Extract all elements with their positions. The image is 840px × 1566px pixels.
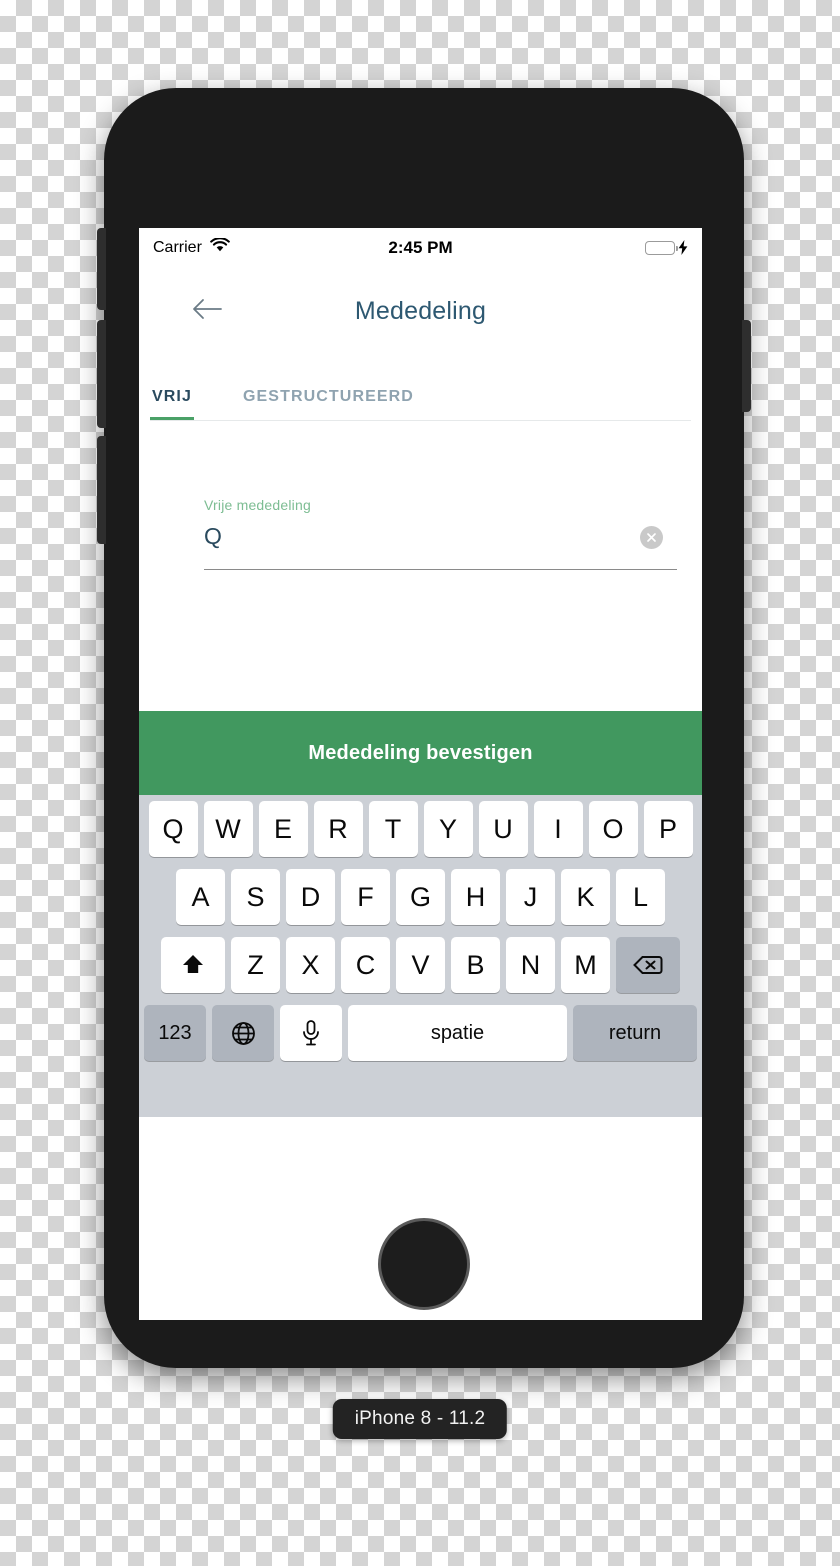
shift-icon bbox=[180, 952, 206, 978]
key-j[interactable]: J bbox=[506, 869, 555, 925]
volume-down-button[interactable] bbox=[97, 436, 106, 544]
key-k[interactable]: K bbox=[561, 869, 610, 925]
key-c[interactable]: C bbox=[341, 937, 390, 993]
key-b[interactable]: B bbox=[451, 937, 500, 993]
key-p[interactable]: P bbox=[643, 801, 693, 857]
wifi-icon bbox=[210, 237, 230, 258]
field-label: Vrije mededeling bbox=[204, 497, 311, 513]
device-badge: iPhone 8 - 11.2 bbox=[332, 1399, 508, 1439]
key-x[interactable]: X bbox=[286, 937, 335, 993]
microphone-icon bbox=[300, 1019, 322, 1047]
carrier-label: Carrier bbox=[153, 239, 202, 256]
battery-group bbox=[645, 239, 688, 257]
globe-key[interactable] bbox=[212, 1005, 274, 1061]
tab-gestructureerd[interactable]: GESTRUCTUREERD bbox=[241, 388, 416, 420]
back-button[interactable] bbox=[187, 291, 227, 331]
dictation-key[interactable] bbox=[280, 1005, 342, 1061]
silent-switch[interactable] bbox=[97, 228, 106, 310]
keyboard-row-2: A S D F G H J K L bbox=[142, 869, 699, 925]
key-i[interactable]: I bbox=[533, 801, 583, 857]
key-u[interactable]: U bbox=[478, 801, 528, 857]
key-n[interactable]: N bbox=[506, 937, 555, 993]
key-v[interactable]: V bbox=[396, 937, 445, 993]
key-l[interactable]: L bbox=[616, 869, 665, 925]
home-button[interactable] bbox=[378, 1218, 470, 1310]
key-s[interactable]: S bbox=[231, 869, 280, 925]
navigation-bar: Mededeling bbox=[139, 268, 702, 354]
key-o[interactable]: O bbox=[588, 801, 638, 857]
key-q[interactable]: Q bbox=[148, 801, 198, 857]
key-g[interactable]: G bbox=[396, 869, 445, 925]
backspace-key[interactable] bbox=[616, 937, 680, 993]
key-f[interactable]: F bbox=[341, 869, 390, 925]
form-area: Vrije mededeling Q bbox=[139, 421, 702, 711]
key-h[interactable]: H bbox=[451, 869, 500, 925]
numbers-key[interactable]: 123 bbox=[144, 1005, 206, 1061]
arrow-left-icon bbox=[191, 297, 223, 326]
space-key[interactable]: spatie bbox=[348, 1005, 567, 1061]
clear-icon[interactable] bbox=[640, 525, 663, 549]
key-e[interactable]: E bbox=[258, 801, 308, 857]
iphone-device-frame: Carrier 2:45 PM Mededeling VRIJ GESTRUCT… bbox=[97, 88, 751, 1368]
shift-key[interactable] bbox=[161, 937, 225, 993]
backspace-icon bbox=[632, 953, 664, 977]
keyboard-row-3: Z X C V B N M bbox=[142, 937, 699, 993]
key-a[interactable]: A bbox=[176, 869, 225, 925]
key-t[interactable]: T bbox=[368, 801, 418, 857]
globe-icon bbox=[230, 1020, 257, 1047]
status-bar: Carrier 2:45 PM bbox=[139, 228, 702, 268]
volume-up-button[interactable] bbox=[97, 320, 106, 428]
tab-vrij[interactable]: VRIJ bbox=[150, 388, 194, 420]
vrije-mededeling-field: Vrije mededeling Q bbox=[204, 497, 677, 570]
confirm-button-label: Mededeling bevestigen bbox=[308, 741, 533, 764]
on-screen-keyboard: Q W E R T Y U I O P A S D F G H J K L Z … bbox=[139, 795, 702, 1117]
return-key[interactable]: return bbox=[573, 1005, 697, 1061]
key-z[interactable]: Z bbox=[231, 937, 280, 993]
phone-screen: Carrier 2:45 PM Mededeling VRIJ GESTRUCT… bbox=[139, 228, 702, 1320]
key-r[interactable]: R bbox=[313, 801, 363, 857]
field-underline bbox=[204, 569, 677, 570]
key-w[interactable]: W bbox=[203, 801, 253, 857]
key-m[interactable]: M bbox=[561, 937, 610, 993]
confirm-button[interactable]: Mededeling bevestigen bbox=[139, 711, 702, 795]
power-button[interactable] bbox=[742, 320, 751, 412]
battery-icon bbox=[645, 241, 678, 255]
tab-bar: VRIJ GESTRUCTUREERD bbox=[139, 354, 702, 420]
vrije-mededeling-input[interactable]: Q bbox=[204, 523, 640, 551]
keyboard-row-4: 123 spatie return bbox=[142, 1005, 699, 1061]
carrier-group: Carrier bbox=[153, 237, 230, 258]
field-row: Q bbox=[204, 519, 677, 555]
charging-bolt-icon bbox=[678, 239, 688, 257]
key-y[interactable]: Y bbox=[423, 801, 473, 857]
keyboard-row-1: Q W E R T Y U I O P bbox=[142, 801, 699, 857]
key-d[interactable]: D bbox=[286, 869, 335, 925]
